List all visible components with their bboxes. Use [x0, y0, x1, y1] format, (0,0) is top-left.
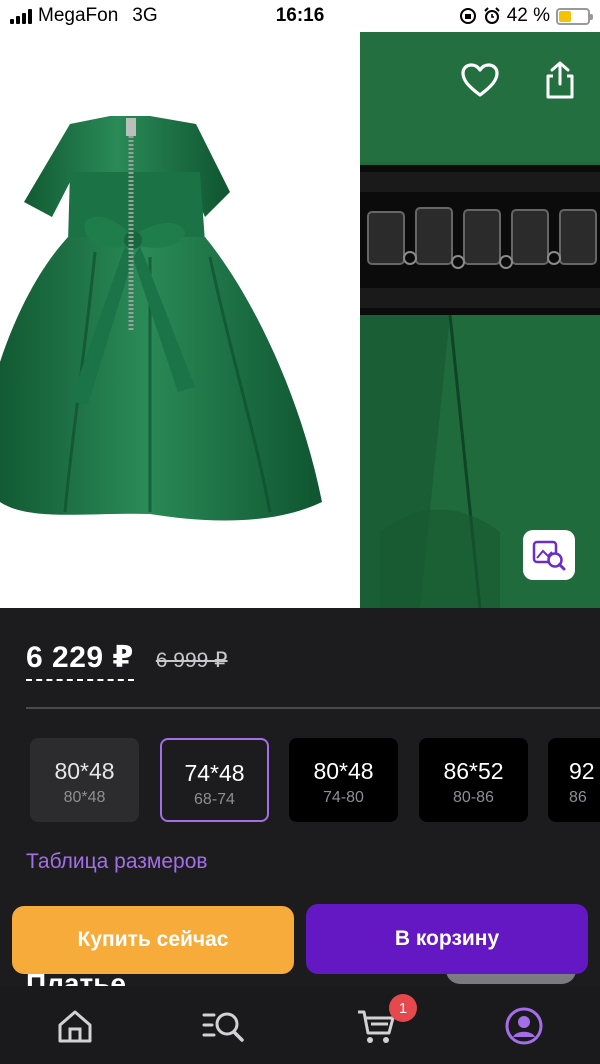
buy-now-button[interactable]: Купить сейчас — [12, 906, 294, 974]
product-gallery[interactable] — [0, 32, 600, 608]
nav-catalog[interactable] — [200, 1004, 248, 1048]
cart-badge: 1 — [389, 994, 417, 1022]
size-label: 80*48 — [313, 758, 374, 784]
size-selector[interactable]: 80*48 80*48 74*48 68-74 80*48 74-80 86*5… — [30, 738, 600, 822]
back-button[interactable] — [16, 56, 64, 104]
alarm-icon — [483, 7, 500, 24]
heart-icon — [461, 63, 499, 97]
profile-icon — [505, 1007, 543, 1045]
share-icon — [546, 61, 574, 99]
size-label: 80*48 — [54, 758, 115, 784]
battery-percent: 42 % — [506, 5, 550, 26]
size-option[interactable]: 86*52 80-86 — [419, 738, 528, 822]
dress-waistband-detail-photo[interactable] — [360, 32, 600, 608]
home-icon — [58, 1010, 92, 1043]
size-range: 80*48 — [63, 789, 106, 806]
size-range: 80-86 — [453, 789, 494, 806]
back-arrow-icon — [30, 64, 48, 96]
size-label: 86*52 — [443, 758, 504, 784]
image-search-icon — [532, 540, 566, 571]
size-table-link[interactable]: Таблица размеров — [26, 850, 208, 874]
size-range: 86 — [569, 789, 587, 806]
bottom-nav — [0, 986, 600, 1064]
green-dress-back-photo[interactable] — [0, 32, 358, 608]
catalog-search-icon — [202, 1012, 244, 1042]
size-label: 92 — [569, 758, 595, 784]
nav-home[interactable] — [51, 1004, 99, 1048]
size-range: 74-80 — [323, 789, 364, 806]
screen-rotation-lock-icon — [459, 8, 476, 24]
current-price[interactable]: 6 229 ₽ — [26, 640, 134, 681]
size-option-selected[interactable]: 74*48 68-74 — [160, 738, 269, 822]
size-label: 74*48 — [184, 760, 245, 786]
share-button[interactable] — [536, 56, 584, 104]
status-right: 42 % — [459, 5, 593, 27]
image-search-button[interactable] — [523, 530, 575, 580]
old-price: 6 999 ₽ — [155, 649, 228, 672]
favorite-button[interactable] — [456, 56, 504, 104]
size-option[interactable]: 80*48 80*48 — [30, 738, 139, 822]
price-row: 6 229 ₽ 6 999 ₽ — [26, 640, 228, 681]
size-range: 68-74 — [194, 791, 235, 808]
battery-icon — [556, 7, 593, 25]
status-bar: MegaFon 3G 16:16 42 % — [0, 0, 600, 32]
size-option[interactable]: 92 86 — [548, 738, 600, 822]
add-to-cart-button[interactable]: В корзину — [306, 904, 588, 974]
divider — [26, 707, 600, 709]
nav-profile[interactable] — [500, 1004, 548, 1048]
size-option[interactable]: 80*48 74-80 — [289, 738, 398, 822]
